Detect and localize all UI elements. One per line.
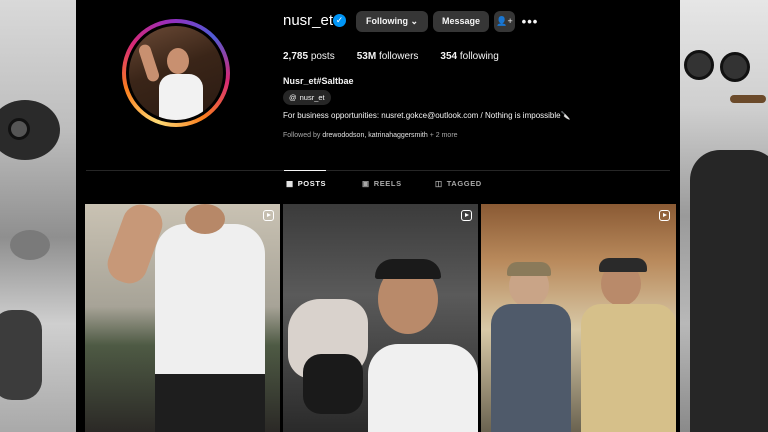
threads-badge[interactable]: @ nusr_et	[283, 90, 331, 105]
tab-reels[interactable]: ▣ REELS	[362, 179, 402, 188]
left-background-photo	[0, 0, 76, 432]
story-ring[interactable]	[122, 19, 230, 127]
posts-stat: 2,785 posts	[283, 51, 335, 62]
following-button[interactable]: Following ⌄	[356, 11, 428, 32]
tab-tagged[interactable]: ◫ TAGGED	[435, 179, 482, 188]
avatar	[129, 26, 223, 120]
post-thumbnail[interactable]	[283, 204, 478, 432]
threads-icon: @	[289, 93, 297, 102]
grid-icon: ▦	[286, 179, 294, 188]
verified-badge-icon: ✓	[333, 14, 346, 27]
threads-handle: nusr_et	[299, 93, 325, 102]
reel-icon	[263, 210, 274, 221]
more-options-icon[interactable]: •••	[520, 11, 540, 32]
right-background-photo	[680, 0, 768, 432]
reel-icon	[659, 210, 670, 221]
following-stat[interactable]: 354 following	[440, 51, 498, 62]
followers-stat[interactable]: 53M followers	[357, 51, 419, 62]
tagged-icon: ◫	[435, 179, 443, 188]
full-name: Nusr_et#Saltbae	[283, 76, 354, 86]
post-thumbnail[interactable]	[481, 204, 676, 432]
message-button[interactable]: Message	[433, 11, 489, 32]
bio-text: For business opportunities: nusret.gokce…	[283, 111, 571, 120]
profile-stats: 2,785 posts 53M followers 354 following	[283, 51, 499, 62]
tabs-divider	[86, 170, 670, 171]
active-tab-indicator	[284, 170, 326, 171]
add-user-icon[interactable]: 👤+	[494, 11, 515, 32]
profile-panel: nusr_et ✓ Following ⌄ Message 👤+ ••• 2,7…	[76, 0, 680, 432]
tab-posts[interactable]: ▦ POSTS	[286, 179, 326, 188]
followed-by[interactable]: Followed by drewododson, katrinahaggersm…	[283, 132, 458, 139]
profile-tabs: ▦ POSTS ▣ REELS ◫ TAGGED	[76, 179, 680, 195]
post-thumbnail[interactable]	[85, 204, 280, 432]
reels-icon: ▣	[362, 179, 370, 188]
username: nusr_et	[283, 12, 334, 29]
reel-icon	[461, 210, 472, 221]
